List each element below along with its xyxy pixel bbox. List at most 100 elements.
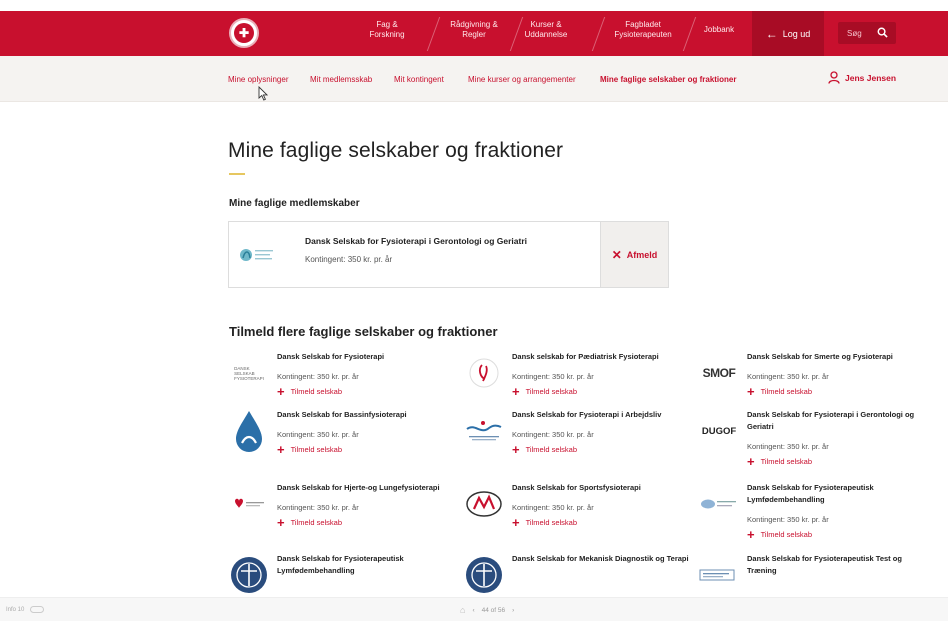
page-title: Mine faglige selskaber og fraktioner <box>228 139 564 162</box>
user-profile-link[interactable]: Jens Jensen <box>828 71 896 84</box>
heart-lung-logo-icon <box>235 498 264 508</box>
prev-page-icon[interactable]: ‹ <box>472 607 474 614</box>
membership-fee: Kontingent: 350 kr. pr. år <box>305 255 393 264</box>
society-item: Dansk Selskab for Fysioterapeutisk Lymfø… <box>229 553 454 597</box>
next-page-icon[interactable]: › <box>512 607 514 614</box>
society-fee: Kontingent: 350 kr. pr. år <box>512 430 594 439</box>
plus-icon: + <box>747 383 755 399</box>
society-logo <box>464 555 504 595</box>
society-item: Dansk Selskab for Fysioterapeutisk Lymfø… <box>699 482 924 544</box>
logout-label: Log ud <box>782 28 811 39</box>
user-name: Jens Jensen <box>845 72 897 83</box>
search-icon[interactable] <box>877 27 888 38</box>
join-society-button[interactable]: + Tilmeld selskab <box>277 441 342 457</box>
logout-button[interactable]: ← Log ud <box>752 11 824 56</box>
subnav-mine-oplysninger[interactable]: Mine oplysninger <box>228 75 288 84</box>
title-accent-rule <box>229 173 245 175</box>
nav-divider <box>591 17 606 51</box>
society-name: Dansk Selskab for Fysioterapeutisk Lymfø… <box>747 483 874 504</box>
society-fee: Kontingent: 350 kr. pr. år <box>747 372 829 381</box>
society-fee: Kontingent: 350 kr. pr. år <box>747 515 829 524</box>
society-name: Dansk Selskab for Mekanisk Diagnostik og… <box>512 554 689 563</box>
test-training-logo-icon <box>699 569 735 581</box>
join-society-button[interactable]: + Tilmeld selskab <box>512 441 577 457</box>
society-name: Dansk Selskab for Hjerte-og Lungefysiote… <box>277 483 440 492</box>
nav-fag-forskning[interactable]: Fag & Forskning <box>367 20 407 40</box>
society-fee: Kontingent: 350 kr. pr. år <box>512 503 594 512</box>
viewer-info-label: Info 10 <box>6 606 25 613</box>
society-logo: SMOF <box>699 353 739 393</box>
plus-icon: + <box>747 526 755 542</box>
society-item: DANSK SELSKAB FYSIOTERAPI Dansk Selskab … <box>229 351 454 413</box>
site-logo[interactable]: ✚ <box>229 18 259 48</box>
water-drop-logo-icon <box>236 411 262 452</box>
sports-logo-icon <box>466 491 502 517</box>
society-logo-text: DUGOF <box>701 425 737 437</box>
search-input[interactable]: Søg <box>838 22 896 44</box>
nav-fagbladet[interactable]: Fagbladet Fysioterapeuten <box>612 20 674 40</box>
join-label: Tilmeld selskab <box>290 387 342 396</box>
join-label: Tilmeld selskab <box>760 387 812 396</box>
subnav-mit-medlemsskab[interactable]: Mit medlemsskab <box>310 75 372 84</box>
society-logo: DANSK SELSKAB FYSIOTERAPI <box>229 353 269 393</box>
arbejdsliv-logo-icon <box>466 421 502 441</box>
plus-icon: + <box>512 383 520 399</box>
join-society-button[interactable]: + Tilmeld selskab <box>747 526 812 542</box>
profile-subnavigation: Mine oplysninger Mit medlemsskab Mit kon… <box>0 56 948 102</box>
join-label: Tilmeld selskab <box>290 518 342 527</box>
join-label: Tilmeld selskab <box>760 457 812 466</box>
society-item: SMOF Dansk Selskab for Smerte og Fysiote… <box>699 351 924 413</box>
plus-icon: + <box>277 441 285 457</box>
emblem-logo-icon <box>231 557 267 593</box>
pediatric-logo-icon <box>469 358 499 388</box>
join-label: Tilmeld selskab <box>290 445 342 454</box>
subnav-mine-faglige-selskaber[interactable]: Mine faglige selskaber og fraktioner <box>600 75 736 84</box>
society-item: DUGOF Dansk Selskab for Fysioterapi i Ge… <box>699 409 924 471</box>
join-society-button[interactable]: + Tilmeld selskab <box>747 453 812 469</box>
subnav-mit-kontingent[interactable]: Mit kontingent <box>394 75 444 84</box>
join-society-button[interactable]: + Tilmeld selskab <box>277 516 342 529</box>
society-fee: Kontingent: 350 kr. pr. år <box>747 442 829 451</box>
society-logo <box>699 555 739 595</box>
join-society-button[interactable]: + Tilmeld selskab <box>747 383 812 399</box>
join-society-button[interactable]: + Tilmeld selskab <box>512 516 577 529</box>
society-item: Dansk selskab for Pædiatrisk Fysioterapi… <box>464 351 689 413</box>
join-society-button[interactable]: + Tilmeld selskab <box>277 385 342 398</box>
search-placeholder: Søg <box>847 28 862 38</box>
society-fee: Kontingent: 350 kr. pr. år <box>277 503 359 512</box>
society-logo <box>229 411 269 452</box>
unsubscribe-label: Afmeld <box>626 249 658 260</box>
nav-jobbank[interactable]: Jobbank <box>699 25 739 35</box>
society-fee: Kontingent: 350 kr. pr. år <box>512 372 594 381</box>
nav-kurser-uddannelse[interactable]: Kurser & Uddannelse <box>520 20 572 40</box>
page-navigator: ⌂ ‹ 44 of 56 › <box>460 605 514 615</box>
society-logo-text: SMOF <box>702 366 736 380</box>
logo-cross-icon: ✚ <box>238 26 250 40</box>
society-name: Dansk Selskab for Sportsfysioterapi <box>512 483 641 492</box>
document-viewer-bar: Info 10 ⌂ ‹ 44 of 56 › <box>0 597 948 621</box>
close-icon: ✕ <box>611 247 622 262</box>
join-label: Tilmeld selskab <box>525 518 577 527</box>
society-logo <box>464 484 504 524</box>
unsubscribe-button[interactable]: ✕ Afmeld <box>600 222 668 287</box>
membership-name: Dansk Selskab for Fysioterapi i Gerontol… <box>305 236 527 246</box>
nav-divider <box>682 17 697 51</box>
society-logo <box>229 555 269 595</box>
arrow-left-icon: ← <box>765 26 778 41</box>
society-fee: Kontingent: 350 kr. pr. år <box>277 430 359 439</box>
gerontologi-society-logo <box>240 249 273 261</box>
join-label: Tilmeld selskab <box>525 387 577 396</box>
plus-icon: + <box>747 453 755 469</box>
society-item: Dansk Selskab for Bassinfysioterapi Kont… <box>229 409 454 471</box>
society-logo <box>464 353 504 393</box>
society-logo: DUGOF <box>699 411 739 451</box>
nav-raadgivning-regler[interactable]: Rådgivning & Regler <box>446 20 502 40</box>
join-label: Tilmeld selskab <box>525 445 577 454</box>
membership-card: Dansk Selskab for Fysioterapi i Gerontol… <box>228 221 669 288</box>
subnav-mine-kurser[interactable]: Mine kurser og arrangementer <box>468 75 576 84</box>
toggle-icon[interactable] <box>30 606 45 613</box>
home-icon[interactable]: ⌂ <box>460 605 465 615</box>
viewer-info: Info 10 <box>6 606 45 613</box>
join-society-button[interactable]: + Tilmeld selskab <box>512 383 577 399</box>
plus-icon: + <box>512 441 520 457</box>
